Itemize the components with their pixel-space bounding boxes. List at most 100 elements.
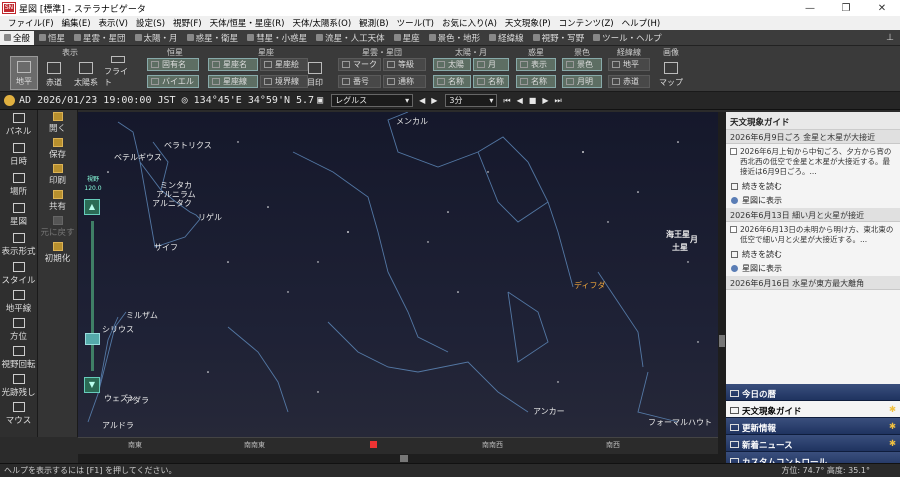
fov-thumb[interactable] <box>85 333 100 345</box>
tab-sun-moon[interactable]: 太陽・月 <box>131 31 182 45</box>
planet-label[interactable]: 土星 <box>672 242 688 253</box>
location-button[interactable]: 場所 <box>0 170 37 200</box>
datetime-button[interactable]: 日時 <box>0 140 37 170</box>
map-button[interactable]: マップ <box>657 56 685 90</box>
menu-field[interactable]: 視野(F) <box>169 17 206 29</box>
datetime-field[interactable]: 2026/01/23 19:00:00 <box>37 95 151 106</box>
menu-solar[interactable]: 天体/太陽系(O) <box>288 17 355 29</box>
first-icon[interactable]: ⏮ <box>503 96 510 106</box>
horizon-line-button[interactable]: 地平線 <box>0 288 37 316</box>
neb-common-toggle[interactable]: 通称 <box>383 75 426 88</box>
zoom-icon[interactable]: ▣ <box>317 95 323 106</box>
show-on-map-link[interactable]: 星図に表示 <box>726 194 900 208</box>
zoom-out-button[interactable]: ▼ <box>84 377 100 393</box>
horizontal-scrollbar[interactable] <box>78 454 718 463</box>
star-label[interactable]: フォーマルハウト <box>648 417 712 428</box>
open-button[interactable]: 開く <box>38 110 77 136</box>
tab-landscape[interactable]: 景色・地形 <box>425 31 485 45</box>
star-label[interactable]: ベテルギウス <box>114 152 162 163</box>
style-button[interactable]: スタイル <box>0 260 37 288</box>
print-button[interactable]: 印刷 <box>38 162 77 188</box>
event-heading[interactable]: 2026年6月13日 細い月と火星が接近 <box>726 208 900 222</box>
coords-field[interactable]: 134°45'E 34°59'N <box>194 95 290 106</box>
star-label[interactable]: アルドラ <box>102 420 134 431</box>
close-button[interactable]: ✕ <box>864 3 900 14</box>
sun-toggle[interactable]: 太陽 <box>433 58 471 71</box>
star-label[interactable]: アルニタク <box>152 198 192 209</box>
mouse-button[interactable]: マウス <box>0 400 37 428</box>
menu-file[interactable]: ファイル(F) <box>4 17 58 29</box>
event-heading[interactable]: 2026年6月9日ごろ 金星と木星が大接近 <box>726 130 900 144</box>
boundary-toggle[interactable]: 境界線 <box>260 75 308 88</box>
trail-button[interactable]: 光跡残し <box>0 372 37 400</box>
moon-label[interactable]: 月 <box>690 234 698 245</box>
menu-help[interactable]: ヘルプ(H) <box>618 17 665 29</box>
fov-slider[interactable]: 視野 120.0 ▲ ▼ <box>80 175 106 400</box>
scroll-thumb[interactable] <box>400 455 408 462</box>
star-label[interactable]: ミルザム <box>126 310 158 321</box>
tab-constellations[interactable]: 星座 <box>390 31 424 45</box>
tab-stars[interactable]: 恒星 <box>35 31 69 45</box>
menu-edit[interactable]: 編集(E) <box>58 17 95 29</box>
planet-show-toggle[interactable]: 表示 <box>516 58 556 71</box>
rewind-icon[interactable]: ◀ <box>517 96 523 105</box>
star-label[interactable]: サイフ <box>154 242 178 253</box>
section-updates[interactable]: 更新情報 ✱ <box>726 418 900 435</box>
stop-icon[interactable]: ■ <box>529 96 537 105</box>
zoom-value[interactable]: 5.7 <box>296 95 314 106</box>
planet-label[interactable]: 海王星 <box>666 229 690 240</box>
maximize-button[interactable]: ❐ <box>828 3 864 14</box>
tab-comets[interactable]: 彗星・小惑星 <box>243 31 311 45</box>
menu-favorites[interactable]: お気に入り(A) <box>438 17 501 29</box>
reset-button[interactable]: 初期化 <box>38 240 77 266</box>
tab-planets[interactable]: 惑星・衛星 <box>183 31 243 45</box>
pin-icon[interactable]: ⊥ <box>886 33 894 43</box>
neb-mag-toggle[interactable]: 等級 <box>383 58 426 71</box>
grid-horizon-toggle[interactable]: 地平 <box>608 58 650 71</box>
planet-name-toggle[interactable]: 名称 <box>516 75 556 88</box>
scroll-thumb[interactable] <box>719 335 725 347</box>
star-chart[interactable]: メンカル ベテルギウス ベラトリクス ミンタカ アルニラム アルニタク リゲル … <box>78 112 718 437</box>
grid-equator-toggle[interactable]: 赤道 <box>608 75 650 88</box>
star-label[interactable]: ベラトリクス <box>164 140 212 151</box>
last-icon[interactable]: ⏭ <box>555 96 562 106</box>
display-solar-button[interactable]: 太陽系 <box>72 56 100 90</box>
section-guide[interactable]: 天文現象ガイド ✱ <box>726 401 900 418</box>
tab-nebulae[interactable]: 星雲・星団 <box>70 31 130 45</box>
share-button[interactable]: 共有 <box>38 188 77 214</box>
moon-toggle[interactable]: 月 <box>473 58 509 71</box>
const-art-toggle[interactable]: 星座絵 <box>260 58 308 71</box>
const-name-toggle[interactable]: 星座名 <box>208 58 258 71</box>
star-label[interactable]: アンカー <box>533 406 565 417</box>
menu-tools[interactable]: ツール(T) <box>393 17 438 29</box>
minimize-button[interactable]: — <box>792 3 828 14</box>
menu-observe[interactable]: 観測(B) <box>355 17 392 29</box>
direction-button[interactable]: 方位 <box>0 316 37 344</box>
display-horizon-button[interactable]: 地平 <box>10 56 38 90</box>
show-on-map-link[interactable]: 星図に表示 <box>726 262 900 276</box>
star-label[interactable]: アダラ <box>125 395 149 406</box>
display-flight-button[interactable]: フライト <box>104 56 132 90</box>
read-more-link[interactable]: 続きを読む <box>726 180 900 194</box>
tab-general[interactable]: 全般 <box>0 30 35 45</box>
tab-meteors[interactable]: 流星・人工天体 <box>312 31 389 45</box>
menu-stars[interactable]: 天体/恒星・星座(R) <box>206 17 289 29</box>
time-forward-icon[interactable]: ▶ <box>431 96 437 105</box>
section-news[interactable]: 新着ニュース ✱ <box>726 435 900 452</box>
marker-button[interactable]: 目印 <box>304 56 326 90</box>
menu-settings[interactable]: 設定(S) <box>132 17 169 29</box>
menu-phenomena[interactable]: 天文現象(P) <box>501 17 555 29</box>
star-label[interactable]: ディフダ <box>574 280 605 291</box>
undo-button[interactable]: 元に戻す <box>38 214 77 240</box>
star-label[interactable]: シリウス <box>102 324 134 335</box>
star-label[interactable]: メンカル <box>396 116 428 127</box>
tab-tools-help[interactable]: ツール・ヘルプ <box>589 31 666 45</box>
step-select[interactable]: 3分 ▾ <box>445 94 498 107</box>
scenery-toggle[interactable]: 景色 <box>562 58 602 71</box>
display-equator-button[interactable]: 赤道 <box>40 56 68 90</box>
star-name-toggle[interactable]: 固有名 <box>147 58 199 71</box>
display-style-button[interactable]: 表示形式 <box>0 230 37 260</box>
star-label[interactable]: リゲル <box>198 212 222 223</box>
moonlight-toggle[interactable]: 月明 <box>562 75 602 88</box>
tab-field[interactable]: 視野・写野 <box>529 31 589 45</box>
